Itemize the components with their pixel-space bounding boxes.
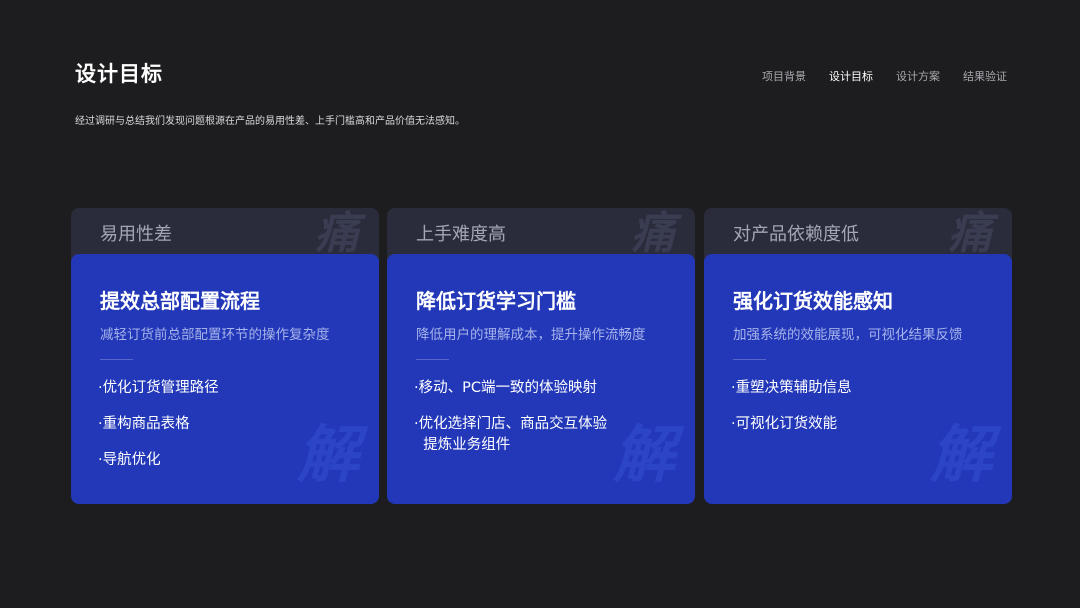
solution-watermark: 解 <box>929 418 992 491</box>
list-item: ·重构商品表格 <box>98 416 190 432</box>
divider <box>100 359 133 360</box>
card-title: 降低订货学习门槛 <box>416 289 576 313</box>
solution-card: 解 降低订货学习门槛 降低用户的理解成本，提升操作流畅度 ·移动、PC端一致的体… <box>387 254 695 504</box>
pain-watermark: 痛 <box>631 208 675 259</box>
pain-watermark: 痛 <box>948 208 992 259</box>
bullet-list: ·优化订货管理路径 ·重构商品表格 ·导航优化 <box>98 378 219 486</box>
goal-column: 易用性差 痛 解 提效总部配置流程 减轻订货前总部配置环节的操作复杂度 ·优化订… <box>71 208 379 504</box>
page-subtitle: 经过调研与总结我们发现问题根源在产品的易用性差、上手门槛高和产品价值无法感知。 <box>75 116 465 127</box>
slide: 设计目标 经过调研与总结我们发现问题根源在产品的易用性差、上手门槛高和产品价值无… <box>0 0 1080 608</box>
list-item: ·可视化订货效能 <box>731 416 838 432</box>
solution-watermark: 解 <box>296 418 359 491</box>
card-description: 加强系统的效能展现，可视化结果反馈 <box>733 327 963 343</box>
card-description: 减轻订货前总部配置环节的操作复杂度 <box>100 327 330 343</box>
nav-item-background[interactable]: 项目背景 <box>762 68 806 84</box>
solution-card: 解 强化订货效能感知 加强系统的效能展现，可视化结果反馈 ·重塑决策辅助信息 ·… <box>704 254 1012 504</box>
top-nav: 项目背景 设计目标 设计方案 结果验证 <box>739 68 1007 84</box>
bullet-list: ·移动、PC端一致的体验映射 ·优化选择门店、商品交互体验 提炼业务组件 <box>414 378 607 471</box>
nav-item-design-plan[interactable]: 设计方案 <box>896 68 940 84</box>
pain-label: 上手难度高 <box>416 224 506 245</box>
pain-watermark: 痛 <box>315 208 359 259</box>
goal-column: 上手难度高 痛 解 降低订货学习门槛 降低用户的理解成本，提升操作流畅度 ·移动… <box>387 208 695 504</box>
pain-label: 易用性差 <box>100 224 172 245</box>
solution-card: 解 提效总部配置流程 减轻订货前总部配置环节的操作复杂度 ·优化订货管理路径 ·… <box>71 254 379 504</box>
card-title: 提效总部配置流程 <box>100 289 260 313</box>
divider <box>733 359 766 360</box>
list-item: ·优化选择门店、商品交互体验 提炼业务组件 <box>414 416 608 453</box>
nav-item-result-validation[interactable]: 结果验证 <box>963 68 1007 84</box>
solution-watermark: 解 <box>612 418 675 491</box>
card-title: 强化订货效能感知 <box>733 289 893 313</box>
pain-label: 对产品依赖度低 <box>733 224 859 245</box>
card-description: 降低用户的理解成本，提升操作流畅度 <box>416 327 646 343</box>
bullet-list: ·重塑决策辅助信息 ·可视化订货效能 <box>731 378 852 450</box>
divider <box>416 359 449 360</box>
list-item: ·重塑决策辅助信息 <box>731 380 852 396</box>
nav-item-design-goals[interactable]: 设计目标 <box>829 68 873 84</box>
page-title: 设计目标 <box>75 62 163 86</box>
list-item: ·导航优化 <box>98 452 161 468</box>
goal-column: 对产品依赖度低 痛 解 强化订货效能感知 加强系统的效能展现，可视化结果反馈 ·… <box>704 208 1012 504</box>
list-item: ·优化订货管理路径 <box>98 380 219 396</box>
list-item: ·移动、PC端一致的体验映射 <box>414 380 597 396</box>
